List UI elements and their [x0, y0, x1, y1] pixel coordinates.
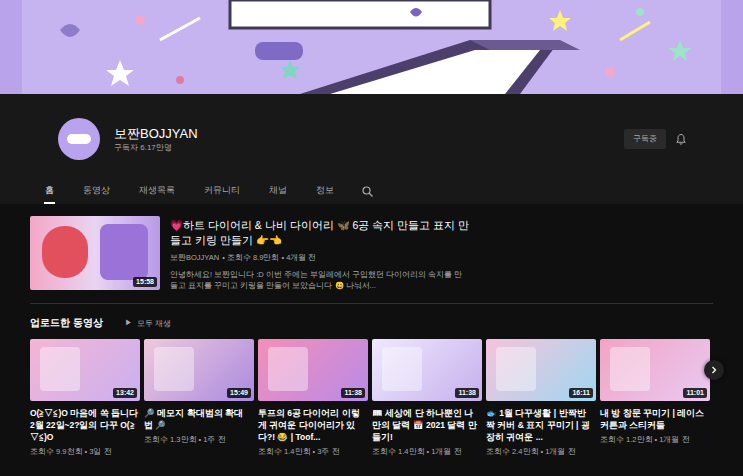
video-views: 조회수 2.4만회 • 1개월 전 [486, 447, 596, 457]
video-duration: 11:38 [341, 388, 365, 398]
thumbnail-art-icon [154, 347, 194, 391]
channel-name[interactable]: 보짠BOJJYAN [114, 125, 624, 142]
thumbnail-art-icon [496, 347, 536, 391]
video-views: 조회수 1.2만회 • 1개월 전 [600, 435, 710, 445]
video-title[interactable]: O(≧▽≦)O 마음에 쏙 듭니다 2월 22일~2?일의 다꾸 O(≧▽≦)O [30, 407, 140, 443]
video-thumbnail[interactable]: 15:49 [144, 339, 254, 401]
featured-details: 💗하트 다이어리 & 나비 다이어리 🦋 6공 속지 만들고 표지 만들고 키링… [170, 216, 470, 291]
play-all-label: 모두 재생 [137, 318, 171, 329]
avatar-logo-icon [67, 134, 91, 144]
thumbnail-art-icon [382, 347, 422, 391]
featured-thumbnail[interactable]: 15:58 [30, 216, 160, 290]
video-duration: 11:38 [455, 388, 479, 398]
video-duration: 16:11 [569, 388, 593, 398]
video-card[interactable]: 15:49 🔎 메모지 확대범의 확대법 🔎 조회수 1.3만회 • 1주 전 [144, 339, 254, 457]
channel-home: 15:58 💗하트 다이어리 & 나비 다이어리 🦋 6공 속지 만들고 표지 만… [0, 204, 743, 457]
video-card[interactable]: 11:38 📖 세상에 단 하나뿐인 나만의 달력 📅 2021 달력 만들기! 조… [372, 339, 482, 457]
channel-avatar[interactable] [58, 118, 100, 160]
video-views: 조회수 1.4만회 • 3주 전 [258, 447, 368, 457]
featured-views: • 조회수 8.9만회 • 4개월 전 [222, 252, 316, 263]
video-card[interactable]: 13:42 O(≧▽≦)O 마음에 쏙 듭니다 2월 22일~2?일의 다꾸 O(… [30, 339, 140, 457]
search-icon[interactable] [362, 186, 373, 204]
thumbnail-heart-icon [42, 226, 88, 278]
next-button[interactable] [704, 360, 724, 380]
play-icon: ▶ [125, 318, 132, 328]
chevron-right-icon [710, 366, 718, 374]
video-duration: 13:42 [113, 388, 137, 398]
video-title[interactable]: 내 방 창문 꾸미기 | 레이스 커튼과 스티커들 [600, 407, 710, 431]
section-header: 업로드한 동영상 ▶ 모두 재생 [30, 316, 713, 330]
thumbnail-art-icon [268, 347, 308, 391]
channel-tab[interactable]: 정보 [315, 184, 335, 204]
video-card[interactable]: 11:38 투프의 6공 다이어리 이렇게 귀여운 다이어리가 있다?! 😂 | … [258, 339, 368, 457]
channel-tab[interactable]: 재생목록 [138, 184, 176, 204]
thumbnail-diary-icon [100, 224, 148, 280]
channel-tab[interactable]: 홈 [44, 184, 55, 204]
section-divider [30, 303, 713, 304]
channel-tab[interactable]: 채널 [268, 184, 288, 204]
video-views: 조회수 9.9천회 • 3일 전 [30, 447, 140, 457]
featured-video: 15:58 💗하트 다이어리 & 나비 다이어리 🦋 6공 속지 만들고 표지 만… [30, 216, 713, 291]
section-title[interactable]: 업로드한 동영상 [30, 316, 103, 330]
video-thumbnail[interactable]: 13:42 [30, 339, 140, 401]
video-title[interactable]: 🐟 1월 다꾸생활 | 반짝반짝 커버 & 표지 꾸미기 | 굉장히 귀여운 .… [486, 407, 596, 443]
video-shelf: 13:42 O(≧▽≦)O 마음에 쏙 듭니다 2월 22일~2?일의 다꾸 O(… [30, 339, 713, 457]
video-duration: 15:49 [227, 388, 251, 398]
video-thumbnail[interactable]: 11:38 [372, 339, 482, 401]
video-duration: 11:01 [683, 388, 707, 398]
thumbnail-art-icon [610, 347, 650, 391]
featured-meta: 보짠BOJJYAN• 조회수 8.9만회 • 4개월 전 [170, 252, 470, 263]
channel-header: 보짠BOJJYAN구독자 6.17만명구독중홈 동영상 재생목록 커뮤니티 채널 정보 [0, 94, 743, 204]
video-views: 조회수 1.3만회 • 1주 전 [144, 435, 254, 445]
video-title[interactable]: 🔎 메모지 확대범의 확대법 🔎 [144, 407, 254, 431]
video-title[interactable]: 투프의 6공 다이어리 이렇게 귀여운 다이어리가 있다?! 😂 | Toof.… [258, 407, 368, 443]
video-thumbnail[interactable]: 11:01 [600, 339, 710, 401]
channel-info-row: 보짠BOJJYAN구독자 6.17만명구독중 [0, 118, 743, 160]
video-thumbnail[interactable]: 11:38 [258, 339, 368, 401]
subscribe-button[interactable]: 구독중 [624, 129, 666, 149]
featured-title[interactable]: 💗하트 다이어리 & 나비 다이어리 🦋 6공 속지 만들고 표지 만들고 키링… [170, 218, 470, 248]
channel-tabs: 홈 동영상 재생목록 커뮤니티 채널 정보 [0, 180, 743, 204]
channel-tab[interactable]: 동영상 [82, 184, 111, 204]
thumbnail-art-icon [40, 347, 80, 391]
video-title[interactable]: 📖 세상에 단 하나뿐인 나만의 달력 📅 2021 달력 만들기! [372, 407, 482, 443]
video-views: 조회수 1.4만회 • 1개월 전 [372, 447, 482, 457]
play-all-button[interactable]: ▶ 모두 재생 [125, 318, 171, 329]
video-card[interactable]: 16:11 🐟 1월 다꾸생활 | 반짝반짝 커버 & 표지 꾸미기 | 굉장히 … [486, 339, 596, 457]
featured-channel[interactable]: 보짠BOJJYAN [170, 252, 219, 263]
video-thumbnail[interactable]: 16:11 [486, 339, 596, 401]
video-duration: 15:58 [133, 277, 157, 287]
channel-info: 보짠BOJJYAN구독자 6.17만명 [114, 125, 624, 154]
channel-tab[interactable]: 커뮤니티 [203, 184, 241, 204]
subscriber-count: 구독자 6.17만명 [114, 142, 624, 154]
channel-banner [0, 0, 743, 94]
video-card[interactable]: 11:01 내 방 창문 꾸미기 | 레이스 커튼과 스티커들조회수 1.2만회 … [600, 339, 710, 457]
featured-description: 안녕하세요! 보짠입니다 :D 이번 주에는 부일레에서 구입했던 다이어리의 … [170, 269, 470, 291]
bell-icon[interactable] [675, 133, 687, 145]
